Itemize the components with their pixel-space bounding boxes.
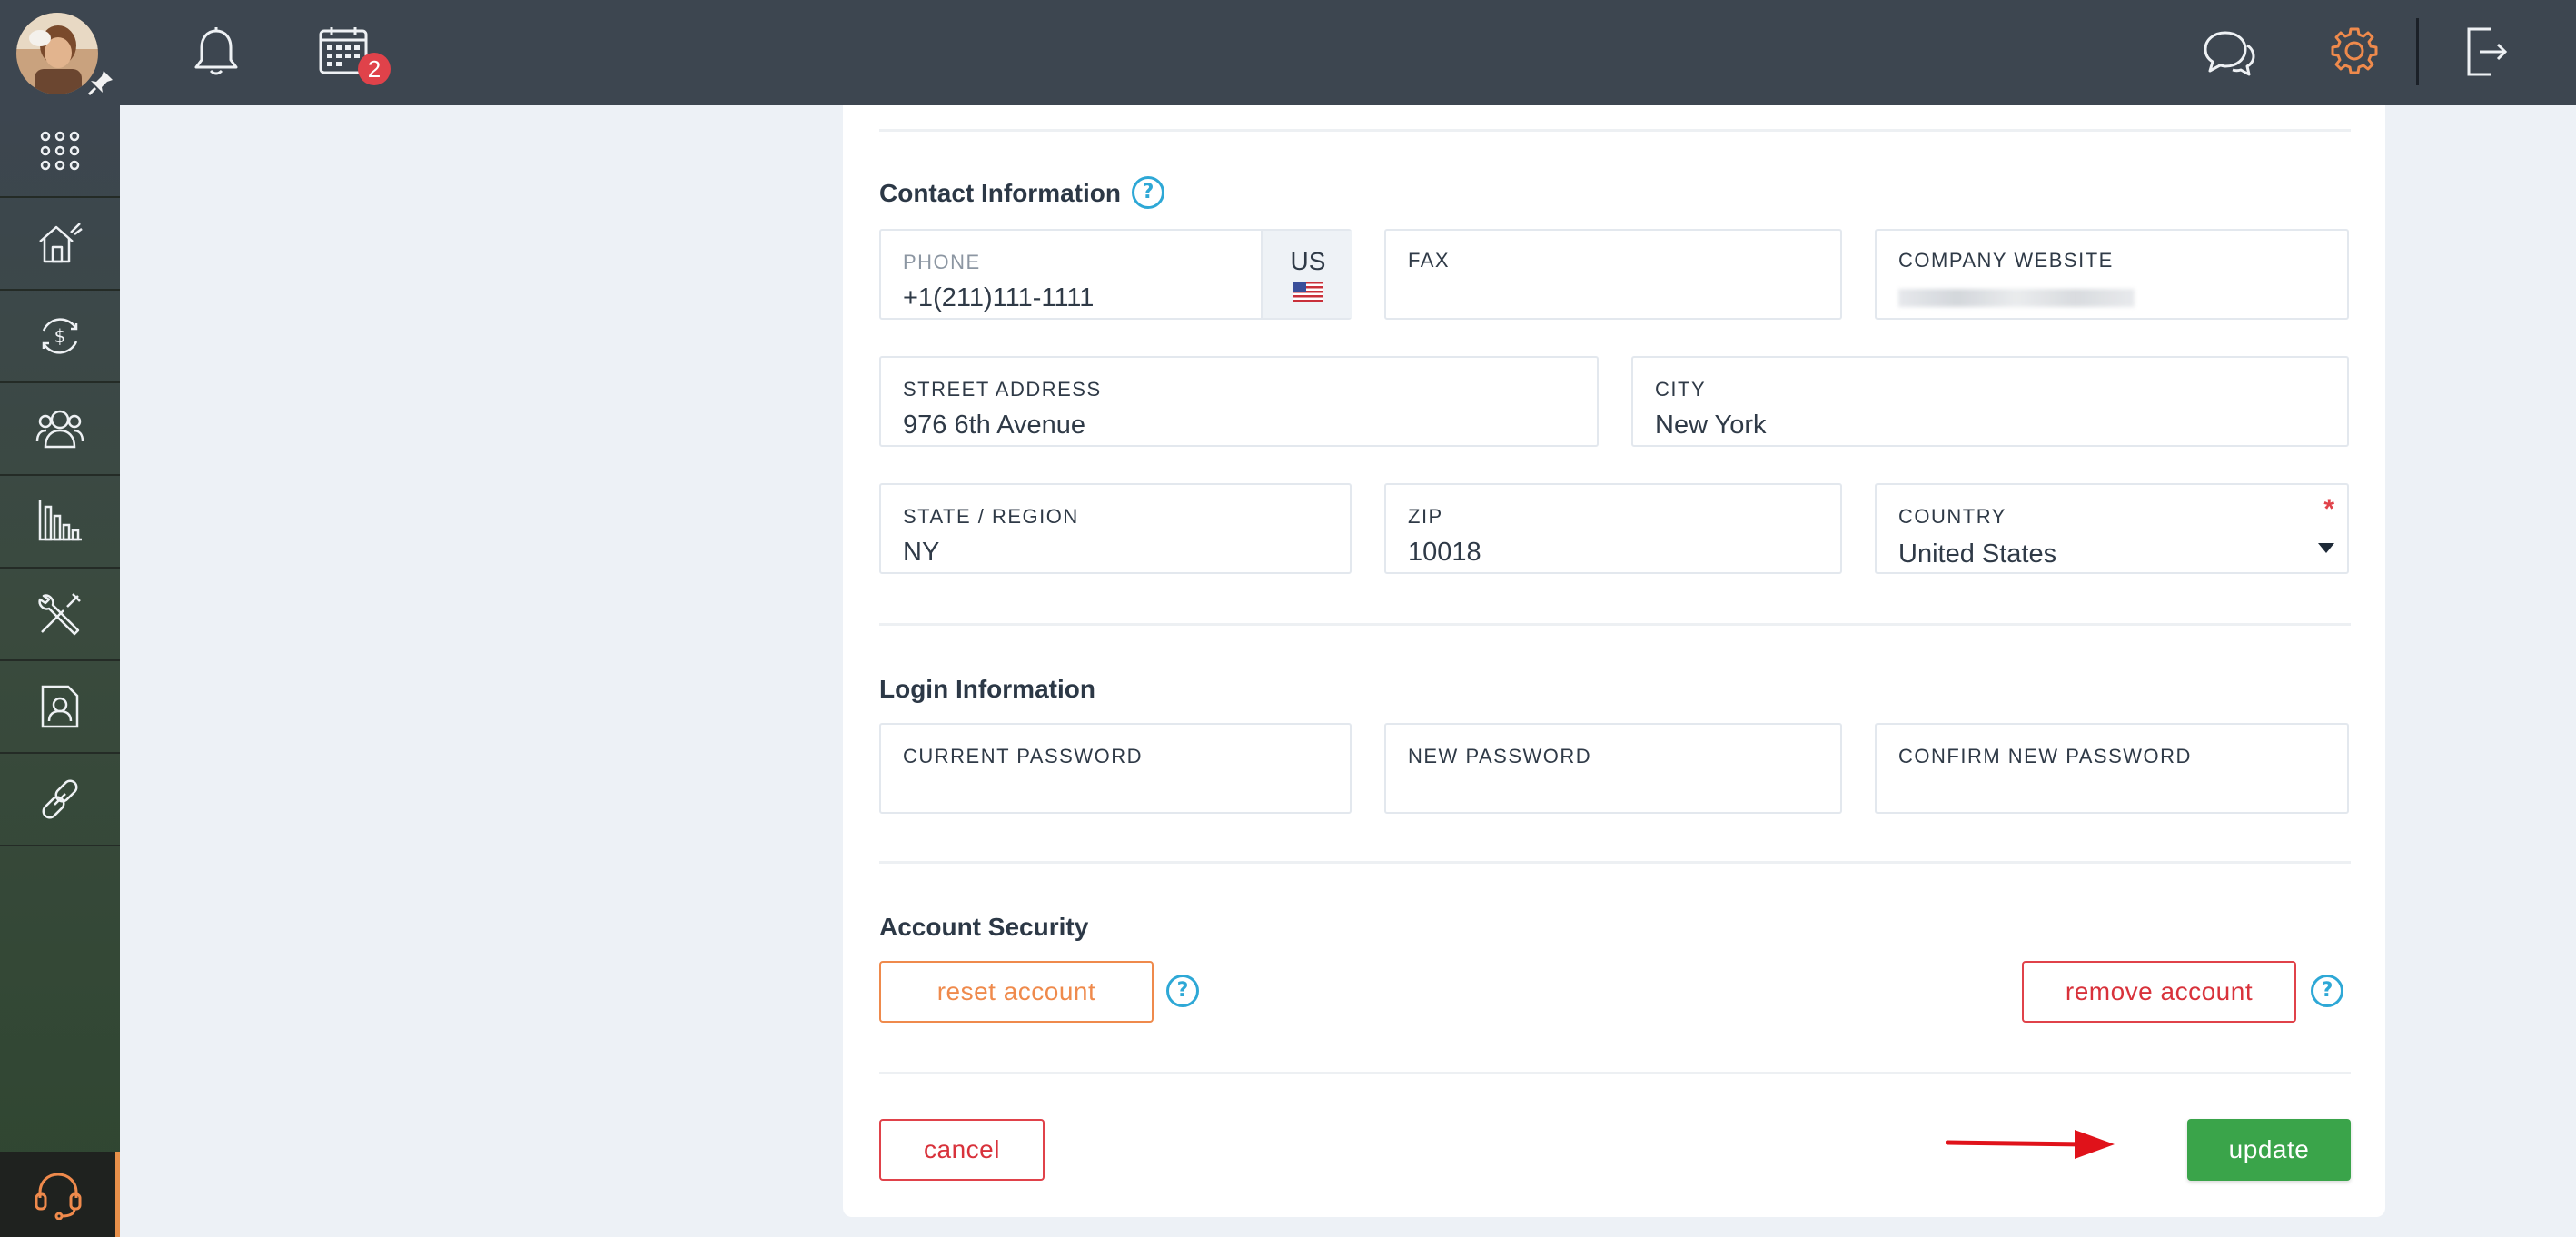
arrow-annotation-icon: [1946, 1130, 2115, 1159]
sidebar-item-finance[interactable]: $: [0, 291, 120, 383]
dollar-cycle-icon: $: [42, 318, 78, 354]
reset-account-button[interactable]: reset account: [879, 961, 1154, 1023]
current-password-label: CURRENT PASSWORD: [903, 745, 1143, 767]
confirm-password-label: CONFIRM NEW PASSWORD: [1898, 745, 2192, 767]
state-region-label: STATE / REGION: [903, 505, 1079, 528]
topbar-divider: [2416, 18, 2419, 85]
remove-account-button[interactable]: remove account: [2022, 961, 2296, 1023]
update-button[interactable]: update: [2187, 1119, 2351, 1181]
company-website-field[interactable]: COMPANY WEBSITE: [1875, 229, 2349, 320]
country-select[interactable]: COUNTRY * United States: [1875, 483, 2349, 574]
chevron-down-icon[interactable]: [2318, 543, 2334, 553]
link-icon: [42, 779, 78, 819]
bell-icon[interactable]: [191, 25, 242, 78]
pin-icon[interactable]: [85, 67, 116, 98]
country-value: United States: [1898, 539, 2057, 569]
sidebar-item-profile[interactable]: [0, 661, 120, 754]
confirm-password-field[interactable]: CONFIRM NEW PASSWORD: [1875, 723, 2349, 814]
chat-icon[interactable]: [2202, 27, 2256, 78]
sidebar: $: [0, 105, 120, 1237]
fax-label: FAX: [1408, 249, 1451, 272]
street-address-value[interactable]: 976 6th Avenue: [903, 411, 1085, 440]
us-flag-icon: [1293, 282, 1323, 302]
state-region-field[interactable]: STATE / REGION NY: [879, 483, 1352, 574]
city-field[interactable]: CITY New York: [1631, 356, 2349, 447]
contact-card-icon: [41, 685, 79, 728]
logout-icon[interactable]: [2463, 25, 2511, 78]
phone-field[interactable]: PHONE +1(211)111-1111 US: [879, 229, 1352, 320]
phone-value[interactable]: +1(211)111-1111: [903, 283, 1094, 313]
users-icon: [35, 410, 84, 449]
headset-icon: [35, 1173, 81, 1220]
phone-label: PHONE: [903, 251, 981, 273]
required-indicator: *: [2323, 494, 2334, 524]
security-section-title: Account Security: [879, 913, 1089, 941]
cancel-button[interactable]: cancel: [879, 1119, 1045, 1181]
tools-icon: [38, 593, 81, 636]
svg-text:$: $: [54, 325, 66, 347]
login-section-title: Login Information: [879, 675, 1095, 703]
sidebar-item-properties[interactable]: [0, 198, 120, 291]
zip-field[interactable]: ZIP 10018: [1384, 483, 1842, 574]
divider: [879, 623, 2351, 626]
zip-value[interactable]: 10018: [1408, 538, 1481, 568]
house-icon: [39, 223, 83, 263]
sidebar-item-tools[interactable]: [0, 569, 120, 661]
fax-field[interactable]: FAX: [1384, 229, 1842, 320]
country-code-selector[interactable]: US: [1261, 231, 1352, 318]
chart-icon: [38, 500, 82, 541]
city-value[interactable]: New York: [1655, 411, 1767, 440]
street-address-label: STREET ADDRESS: [903, 378, 1102, 401]
reset-help-icon[interactable]: ?: [1166, 975, 1199, 1007]
account-settings-card: Contact Information ? PHONE +1(211)111-1…: [843, 105, 2385, 1217]
contact-section-title: Contact Information: [879, 179, 1121, 207]
support-button[interactable]: [0, 1152, 120, 1237]
notification-badge: 2: [358, 53, 391, 85]
zip-label: ZIP: [1408, 505, 1443, 528]
country-label: COUNTRY: [1898, 505, 2006, 528]
sidebar-item-reports[interactable]: [0, 476, 120, 569]
new-password-label: NEW PASSWORD: [1408, 745, 1592, 767]
sidebar-item-apps[interactable]: [0, 105, 120, 198]
new-password-field[interactable]: NEW PASSWORD: [1384, 723, 1842, 814]
city-label: CITY: [1655, 378, 1707, 401]
contact-help-icon[interactable]: ?: [1132, 176, 1164, 209]
street-address-field[interactable]: STREET ADDRESS 976 6th Avenue: [879, 356, 1599, 447]
current-password-field[interactable]: CURRENT PASSWORD: [879, 723, 1352, 814]
gear-icon[interactable]: [2329, 25, 2380, 76]
apps-grid-icon: [40, 131, 80, 171]
divider: [879, 129, 2351, 132]
sidebar-item-contacts[interactable]: [0, 383, 120, 476]
top-bar: 2: [0, 0, 2576, 105]
state-region-value[interactable]: NY: [903, 538, 939, 568]
divider: [879, 861, 2351, 864]
country-code-value: US: [1290, 247, 1326, 275]
company-website-value-redacted: [1898, 289, 2135, 307]
divider: [879, 1072, 2351, 1074]
sidebar-item-links[interactable]: [0, 754, 120, 846]
company-website-label: COMPANY WEBSITE: [1898, 249, 2114, 272]
remove-help-icon[interactable]: ?: [2311, 975, 2343, 1007]
